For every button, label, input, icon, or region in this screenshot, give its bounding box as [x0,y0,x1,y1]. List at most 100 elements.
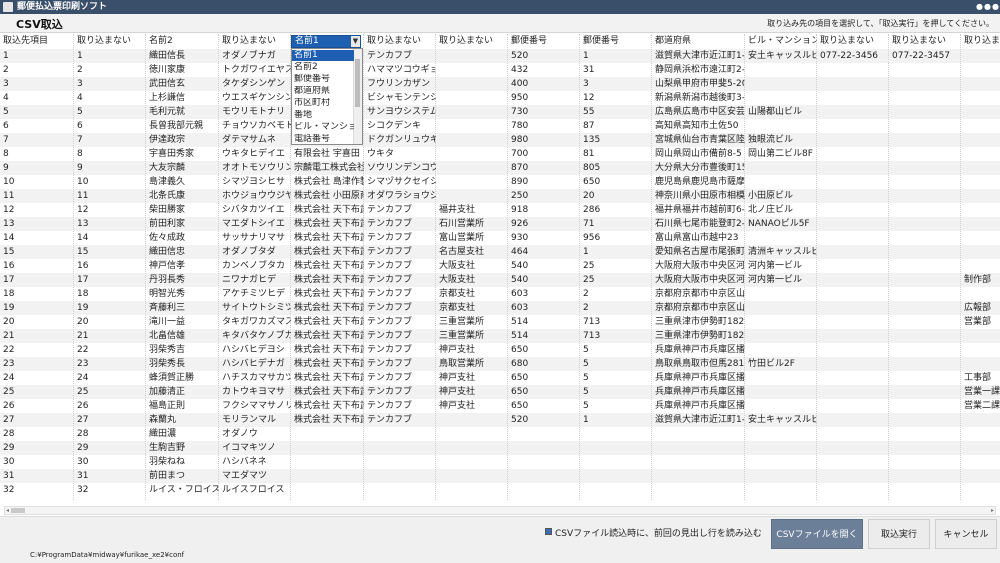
cancel-button[interactable]: キャンセル [935,519,997,549]
table-cell [508,483,580,497]
table-cell: 株式会社 天下布武 [294,303,364,313]
table-cell [961,259,1000,273]
screen-header: CSV取込 取り込み先の項目を選択して、「取込実行」を押してください。 [0,14,1000,33]
table-row[interactable]: 3 3 武田信玄 タケダシンゲン フウリンカザン 400 3 山梨県甲府市甲斐5-20 [0,77,1000,91]
table-row[interactable]: 28 28 織田濃 オダノウ [0,427,1000,441]
table-cell: 25 [3,387,15,397]
scroll-left-icon[interactable]: ◂ [6,507,9,514]
table-cell: 制作部 [964,275,992,285]
table-row[interactable]: 7 7 伊達政宗 ダテマサムネ ドクガンリュウギ 980 135 宮城県仙台市青葉区陸奥 独眼流… [0,133,1000,147]
table-row[interactable]: 30 30 羽柴ねね ハシバネネ [0,455,1000,469]
maximize-icon[interactable]: ● [984,0,991,14]
table-row[interactable]: 15 15 織田信忠 オダノブタダ 株式会社 天下布武 テンカフブ 名古屋支社 464 1 愛知県… [0,245,1000,259]
table-row[interactable]: 16 16 神戸信孝 カンベノブタカ 株式会社 天下布武 テンカフブ 大阪支社 540 25 大阪… [0,259,1000,273]
table-row[interactable]: 8 8 宇喜田秀家 ウキタヒデイエ 有限会社 宇喜田 ウキタ 700 81 岡山県岡山市備前8-… [0,147,1000,161]
table-cell: 29 [77,443,89,453]
table-row[interactable]: 12 12 柴田勝家 シバタカツイエ 株式会社 天下布武 テンカフブ 福井支社 918 286 福… [0,203,1000,217]
column-header-mapping[interactable]: ビル・マンション [745,34,817,49]
table-cell [889,385,961,399]
table-cell: アケチミツヒデ [222,289,286,299]
table-cell [745,385,817,399]
table-cell: 北条氏康 [149,191,186,201]
scroll-right-icon[interactable]: ▸ [991,507,994,514]
column-header-mapping[interactable]: 取り込まない [889,34,961,49]
table-row[interactable]: 31 31 前田まつ マエダマツ [0,469,1000,483]
column-header-mapping[interactable]: 取り込まない [74,34,146,49]
column-header-mapping[interactable]: 名前2 [146,34,219,49]
column-mapping-dropdown[interactable]: 名前1名前2郵便番号都道府県市区町村番地ビル・マンション電話番号 [291,48,363,145]
table-row[interactable]: 25 25 加藤清正 カトウキヨマサ 株式会社 天下布武 テンカフブ 神戸支社 650 5 兵庫県… [0,385,1000,399]
table-row[interactable]: 10 10 島津義久 シマヅヨシヒサ株式会社 島津作製シマヅサクセイショ 890 650 鹿… [0,175,1000,189]
table-row[interactable]: 24 24 蜂須賀正勝 ハチスカマサカツ 株式会社 天下布武 テンカフブ 神戸支社 650 5 兵… [0,371,1000,385]
chevron-down-icon[interactable]: ▼ [351,36,360,47]
table-cell: 81 [583,149,595,159]
column-header-mapping[interactable]: 取込先項目 [0,34,74,49]
table-cell: 22 [3,345,15,355]
table-cell: 2 [583,289,589,299]
table-row[interactable]: 5 5 毛利元就 モウリモトナリ サンヨウシステム 730 55 広島県広島市中区安芸町 山陽都… [0,105,1000,119]
table-row[interactable]: 18 18 明智光秀 アケチミツヒデ 株式会社 天下布武 テンカフブ 京都支社 603 2 京都府… [0,287,1000,301]
table-cell: 24 [77,373,89,383]
column-header-mapping[interactable]: 取り込まない [961,34,1000,49]
load-previous-header-label[interactable]: CSVファイル読込時に、前回の見出し行を読み込む [555,526,762,539]
table-cell: 株式会社 島津作製 [294,177,364,187]
table-row[interactable]: 22 22 羽柴秀吉 ハシバヒデヨシ 株式会社 天下布武 テンカフブ 神戸支社 650 5 兵庫県… [0,343,1000,357]
dropdown-option[interactable]: 電話番号 [292,134,354,144]
close-icon[interactable]: ● [992,0,999,14]
table-cell: 16 [77,261,89,271]
table-cell: 32 [3,485,15,495]
table-row[interactable]: 21 21 北畠信雄 キタバタケノブカツ株式会社 天下布武テンカフブ 三重営業所 514 7… [0,329,1000,343]
table-row[interactable]: 2 2 徳川家康 トクガワイエヤス ハママツコウギョウ 432 31 静岡県浜松市遠江町2-2 [0,63,1000,77]
dropdown-option[interactable]: 市区町村 [292,98,354,109]
dropdown-option[interactable]: 名前2 [292,62,354,73]
table-cell: 4 [3,93,9,103]
column-header-mapping[interactable]: 取り込まない [436,34,508,49]
table-cell: 25 [583,275,595,285]
table-row[interactable]: 32 32 ルイス・フロイス ルイスフロイス [0,483,1000,497]
column-header-mapping[interactable]: 取り込まない [817,34,889,49]
open-csv-button[interactable]: CSVファイルを開く [771,519,863,549]
dropdown-scrollbar[interactable] [353,49,362,144]
table-row[interactable]: 9 9 大友宗麟 オオトモソウリン 宗麟電工株式会社 ソウリンデンコウ 870 805 大分県大… [0,161,1000,175]
table-row[interactable]: 26 26 福島正則 フクシママサノリ 株式会社 天下布武 テンカフブ 神戸支社 650 5 兵庫… [0,399,1000,413]
horizontal-scroll-thumb[interactable] [11,508,25,513]
column-header-mapping[interactable]: 郵便番号 [580,34,652,49]
table-cell: 1 [583,247,589,257]
table-cell [817,455,889,469]
table-cell: 13 [77,219,89,229]
table-cell: 650 [583,177,601,187]
csv-preview-grid[interactable]: 取込先項目 取り込まない 名前2 取り込まない 取り込まない 取り込まない 郵便番号 郵便番号… [0,34,1000,500]
table-row[interactable]: 14 14 佐々成政 サッサナリマサ 株式会社 天下布武 テンカフブ 富山営業所 930 956… [0,231,1000,245]
table-row[interactable]: 17 17 丹羽長秀 ニワナガヒデ 株式会社 天下布武 テンカフブ 大阪支社 540 25 大阪府… [0,273,1000,287]
table-cell [889,301,961,315]
table-row[interactable]: 13 13 前田利家 マエダトシイエ 株式会社 天下布武 テンカフブ 石川営業所 926 71 石… [0,217,1000,231]
dropdown-option[interactable]: 郵便番号 [292,74,354,85]
dropdown-option[interactable]: 都道府県 [292,86,354,97]
table-row[interactable]: 23 23 羽柴秀長 ハシバヒデナガ 株式会社 天下布武 テンカフブ 鳥取営業所 680 5 鳥取… [0,357,1000,371]
column-header-mapping[interactable]: 郵便番号 [508,34,580,49]
table-row[interactable]: 20 20 滝川一益 タキガワカズマス 株式会社 天下布武 テンカフブ 三重営業所 514 71… [0,315,1000,329]
dropdown-option[interactable]: 番地 [292,110,354,121]
horizontal-scrollbar[interactable]: ◂ ▸ [4,506,996,515]
column-header-mapping[interactable]: 都道府県 [652,34,745,49]
column-mapping-combo[interactable]: 名前1 ▼ [291,35,361,48]
import-execute-button[interactable]: 取込実行 [868,519,930,549]
column-header-mapping[interactable]: 取り込まない [364,34,436,49]
table-row[interactable]: 11 11 北条氏康 ホウジョウウジヤス株式会社 小田原商オダワラショウジ 250 20 神… [0,189,1000,203]
dropdown-option[interactable]: 名前1 [292,50,354,61]
table-cell: 岡山第二ビル8F [748,149,813,159]
table-cell: 島津義久 [149,177,186,187]
table-row[interactable]: 6 6 長曾我部元親 チョウソカベモトチカ シコクデンキ 780 87 高知県高知市土佐50 [0,119,1000,133]
column-header-mapping[interactable]: 取り込まない [219,34,291,49]
load-previous-header-checkbox[interactable] [545,528,552,535]
table-row[interactable]: 29 29 生駒吉野 イコマキツノ [0,441,1000,455]
minimize-icon[interactable]: ● [976,0,983,14]
table-cell: 鳥取営業所 [439,359,485,369]
table-row[interactable]: 19 19 斉藤利三 サイトウトシミツ 株式会社 天下布武 テンカフブ 京都支社 603 2 京都… [0,301,1000,315]
table-row[interactable]: 4 4 上杉謙信 ウエスギケンシン ビシャモンテンシ 950 12 新潟県新潟市越後町3-20 [0,91,1000,105]
dropdown-option[interactable]: ビル・マンション [292,122,354,133]
table-row[interactable]: 27 27 森蘭丸 モリランマル 株式会社 天下布武 テンカフブ 520 1 滋賀県大津市近江町… [0,413,1000,427]
table-row[interactable]: 1 1 織田信長 オダノブナガ テンカフブ 520 1 滋賀県大津市近江町1-1 安土キャッスル… [0,49,1000,63]
table-cell [745,119,817,133]
dropdown-scroll-thumb[interactable] [355,59,360,107]
